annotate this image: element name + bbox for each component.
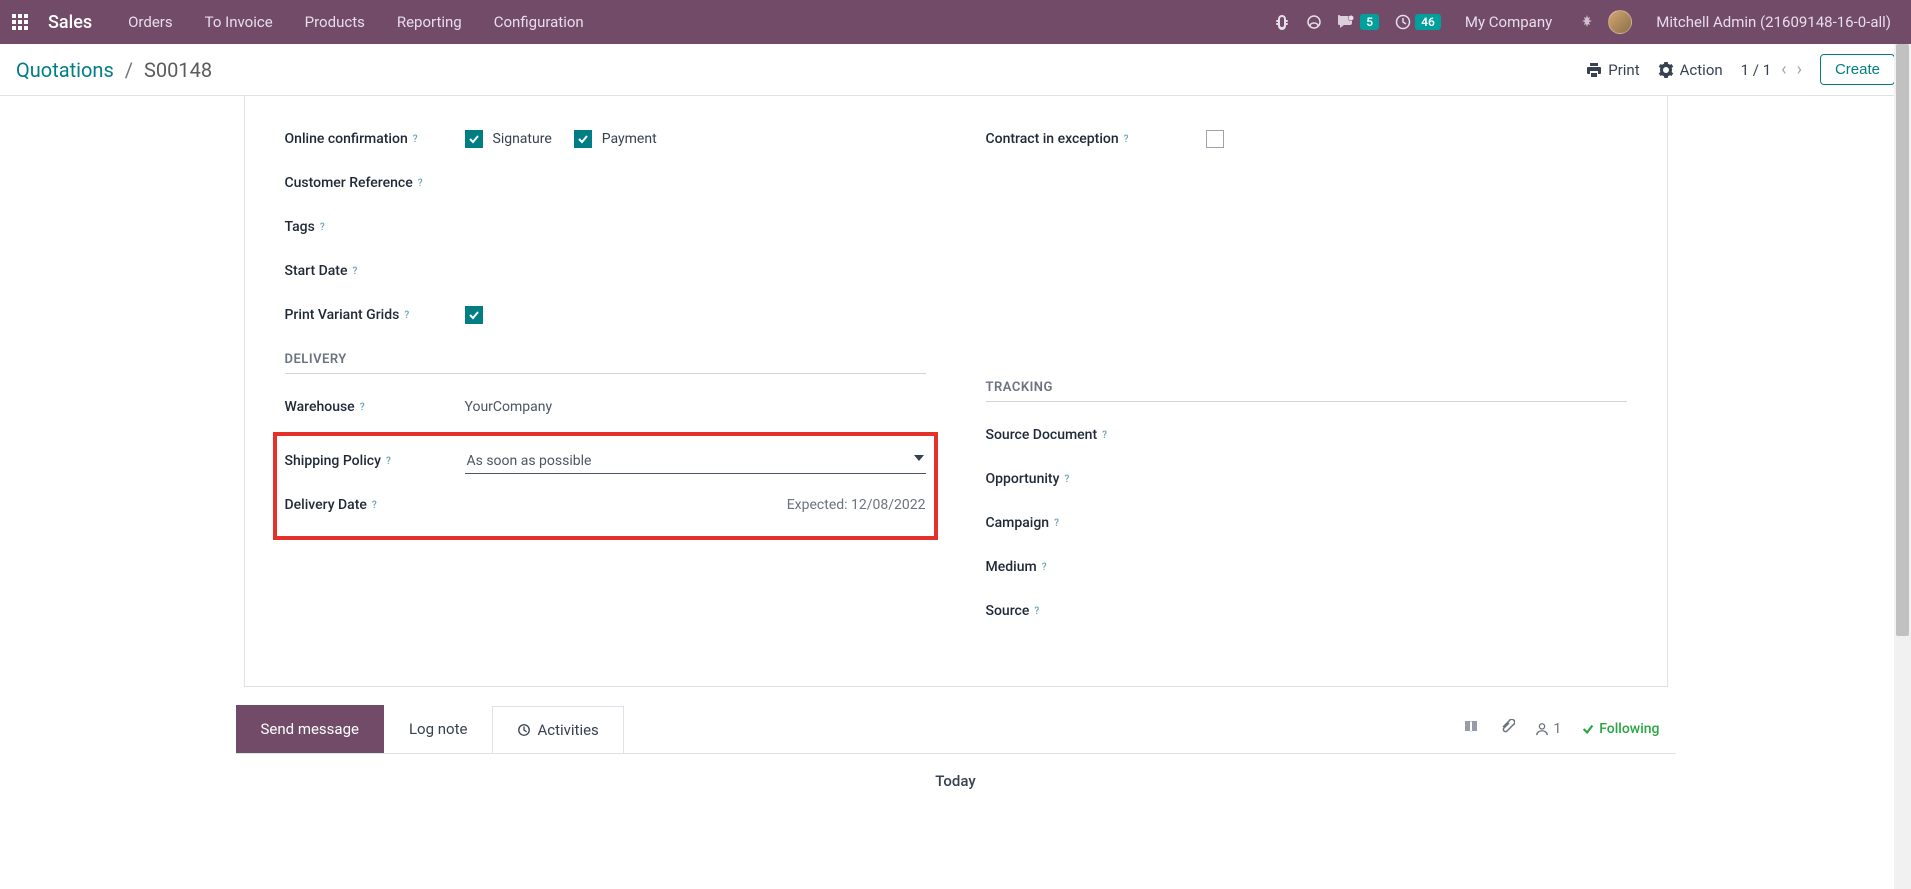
activities-badge: 46 bbox=[1415, 14, 1441, 30]
apps-grid-icon[interactable] bbox=[12, 14, 28, 30]
chatter-tabs: Send message Log note Activities 1 Follo… bbox=[236, 705, 1676, 754]
following-button[interactable]: Following bbox=[1581, 721, 1659, 737]
help-icon[interactable]: ? bbox=[418, 178, 423, 189]
nav-orders[interactable]: Orders bbox=[120, 13, 181, 31]
help-icon[interactable]: ? bbox=[1054, 518, 1059, 529]
user-name[interactable]: Mitchell Admin (21609148-16-0-all) bbox=[1648, 13, 1899, 31]
breadcrumb: Quotations / S00148 bbox=[16, 58, 212, 82]
attachment-icon[interactable] bbox=[1499, 719, 1515, 739]
company-switcher[interactable]: My Company bbox=[1457, 13, 1560, 31]
user-avatar[interactable] bbox=[1608, 10, 1632, 34]
delivery-section-title: DELIVERY bbox=[285, 352, 926, 374]
help-icon[interactable]: ? bbox=[320, 222, 325, 233]
nav-products[interactable]: Products bbox=[297, 13, 373, 31]
source-document-label: Source Document? bbox=[986, 427, 1166, 443]
medium-label: Medium? bbox=[986, 559, 1166, 575]
source-label: Source? bbox=[986, 603, 1166, 619]
signature-label: Signature bbox=[493, 131, 552, 147]
tags-label: Tags? bbox=[285, 219, 465, 235]
help-icon[interactable]: ? bbox=[360, 402, 365, 413]
help-icon[interactable]: ? bbox=[1042, 562, 1047, 573]
action-button[interactable]: Action bbox=[1658, 61, 1723, 79]
start-date-label: Start Date? bbox=[285, 263, 465, 279]
chatter-today-header: Today bbox=[935, 772, 975, 790]
breadcrumb-current: S00148 bbox=[144, 58, 212, 82]
gear-icon bbox=[1658, 62, 1674, 78]
breadcrumb-root[interactable]: Quotations bbox=[16, 58, 114, 82]
action-bar: Quotations / S00148 Print Action 1 / 1 ‹… bbox=[0, 44, 1911, 96]
navbar-right: 5 46 My Company Mitchell Admin (21609148… bbox=[1274, 10, 1899, 34]
breadcrumb-separator: / bbox=[125, 58, 133, 82]
form-sheet: Online confirmation? Signature Payment C… bbox=[244, 96, 1668, 687]
payment-label: Payment bbox=[602, 131, 657, 147]
help-icon[interactable]: ? bbox=[1102, 430, 1107, 441]
log-note-tab[interactable]: Log note bbox=[384, 705, 492, 753]
create-button[interactable]: Create bbox=[1820, 54, 1895, 85]
contract-in-exception-label: Contract in exception? bbox=[986, 131, 1206, 147]
contract-in-exception-checkbox[interactable] bbox=[1206, 130, 1224, 148]
activities-icon[interactable]: 46 bbox=[1395, 14, 1441, 30]
messages-badge: 5 bbox=[1360, 14, 1379, 30]
customer-reference-label: Customer Reference? bbox=[285, 175, 465, 191]
help-icon[interactable]: ? bbox=[1124, 134, 1129, 145]
check-icon bbox=[1581, 722, 1595, 736]
action-right: Print Action 1 / 1 ‹ › Create bbox=[1586, 54, 1895, 85]
pager-text: 1 / 1 bbox=[1741, 61, 1772, 79]
activities-tab[interactable]: Activities bbox=[492, 706, 623, 753]
left-column: Online confirmation? Signature Payment C… bbox=[285, 120, 926, 636]
opportunity-label: Opportunity? bbox=[986, 471, 1166, 487]
campaign-label: Campaign? bbox=[986, 515, 1166, 531]
online-confirmation-label: Online confirmation? bbox=[285, 131, 465, 147]
support-icon[interactable] bbox=[1306, 14, 1322, 30]
pager-next-icon[interactable]: › bbox=[1797, 59, 1802, 80]
help-icon[interactable]: ? bbox=[352, 266, 357, 277]
highlighted-region: Shipping Policy? As soon as possible Del… bbox=[273, 432, 938, 540]
pager-prev-icon[interactable]: ‹ bbox=[1781, 59, 1786, 80]
send-message-tab[interactable]: Send message bbox=[236, 705, 384, 753]
book-icon[interactable] bbox=[1463, 719, 1479, 739]
chatter-body: Today bbox=[236, 754, 1676, 810]
help-icon[interactable]: ? bbox=[386, 456, 391, 467]
main-navbar: Sales Orders To Invoice Products Reporti… bbox=[0, 0, 1911, 44]
delivery-date-label: Delivery Date? bbox=[285, 497, 465, 513]
debug-icon[interactable] bbox=[1274, 14, 1290, 30]
print-button[interactable]: Print bbox=[1586, 61, 1639, 79]
delivery-date-expected: Expected: 12/08/2022 bbox=[465, 497, 926, 513]
user-icon bbox=[1535, 722, 1549, 736]
shipping-policy-label: Shipping Policy? bbox=[285, 453, 465, 469]
pager: 1 / 1 ‹ › bbox=[1741, 59, 1802, 80]
help-icon[interactable]: ? bbox=[404, 310, 409, 321]
navbar-left: Sales Orders To Invoice Products Reporti… bbox=[12, 12, 592, 33]
right-column: Contract in exception? TRACKING Source D… bbox=[986, 120, 1627, 636]
chevron-down-icon bbox=[914, 455, 924, 461]
print-variant-grids-label: Print Variant Grids? bbox=[285, 307, 465, 323]
chatter-right: 1 Following bbox=[1463, 719, 1675, 739]
print-variant-grids-checkbox[interactable] bbox=[465, 306, 483, 324]
messages-icon[interactable]: 5 bbox=[1338, 14, 1379, 30]
shipping-policy-select[interactable]: As soon as possible bbox=[465, 449, 926, 474]
signature-checkbox[interactable] bbox=[465, 130, 483, 148]
tracking-section-title: TRACKING bbox=[986, 380, 1627, 402]
warehouse-value[interactable]: YourCompany bbox=[465, 399, 926, 415]
print-icon bbox=[1586, 62, 1602, 78]
help-icon[interactable]: ? bbox=[1034, 606, 1039, 617]
warehouse-label: Warehouse? bbox=[285, 399, 465, 415]
help-icon[interactable]: ? bbox=[413, 134, 418, 145]
help-icon[interactable]: ? bbox=[1064, 474, 1069, 485]
payment-checkbox[interactable] bbox=[574, 130, 592, 148]
form-wrap: Online confirmation? Signature Payment C… bbox=[236, 96, 1676, 687]
tools-icon[interactable] bbox=[1576, 14, 1592, 30]
clock-icon bbox=[517, 723, 531, 737]
help-icon[interactable]: ? bbox=[372, 500, 377, 511]
nav-to-invoice[interactable]: To Invoice bbox=[197, 13, 281, 31]
followers-count[interactable]: 1 bbox=[1535, 721, 1561, 737]
scrollbar[interactable] bbox=[1894, 44, 1911, 889]
app-brand[interactable]: Sales bbox=[48, 12, 92, 33]
nav-reporting[interactable]: Reporting bbox=[389, 13, 470, 31]
nav-configuration[interactable]: Configuration bbox=[486, 13, 592, 31]
